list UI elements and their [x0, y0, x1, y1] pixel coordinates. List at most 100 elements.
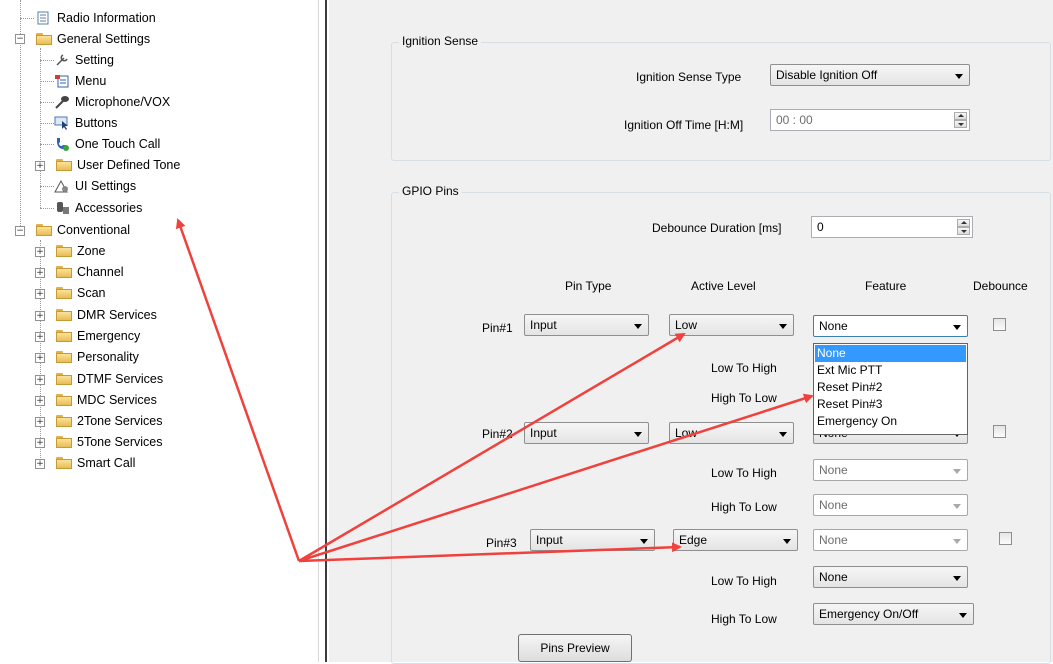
expand-icon[interactable]: + — [35, 396, 45, 406]
expand-icon[interactable]: + — [35, 417, 45, 427]
panel-splitter[interactable] — [318, 0, 329, 662]
microphone-icon — [54, 95, 70, 109]
tree-item-label: Radio Information — [57, 11, 156, 25]
spin-up-icon[interactable] — [954, 112, 967, 120]
tree-item-label: Emergency — [77, 329, 141, 343]
tree-item-2tone-services[interactable]: 2Tone Services — [56, 411, 162, 431]
dropdown-option[interactable]: Emergency On — [815, 413, 966, 430]
tree-item-accessories[interactable]: Accessories — [54, 198, 142, 218]
tree-item-label: MDC Services — [77, 393, 157, 407]
tree-item-label: Channel — [77, 265, 124, 279]
pin3-low-to-high-select[interactable]: None — [813, 566, 968, 588]
tree-item-ui-settings[interactable]: UI Settings — [54, 176, 136, 196]
tree-item-label: General Settings — [57, 32, 151, 46]
collapse-icon[interactable]: − — [15, 34, 25, 44]
tree-item-buttons[interactable]: Buttons — [54, 113, 117, 133]
pin2-debounce-checkbox[interactable] — [993, 425, 1006, 438]
select-value: Low — [675, 318, 698, 332]
expand-icon[interactable]: + — [35, 161, 45, 171]
select-value: None — [819, 533, 848, 547]
ignition-off-time-label: Ignition Off Time [H:M] — [624, 118, 744, 132]
expand-icon[interactable]: + — [35, 353, 45, 363]
expand-icon[interactable]: + — [35, 332, 45, 342]
dropdown-option[interactable]: Reset Pin#2 — [815, 379, 966, 396]
pin2-type-select[interactable]: Input — [524, 422, 649, 444]
expand-icon[interactable]: + — [35, 375, 45, 385]
tree-item-smart-call[interactable]: Smart Call — [56, 453, 135, 473]
document-icon — [36, 11, 52, 25]
dropdown-option[interactable]: Reset Pin#3 — [815, 396, 966, 413]
tree-item-label: DTMF Services — [77, 372, 164, 386]
dropdown-arrow-icon — [634, 324, 642, 329]
ignition-sense-type-select[interactable]: Disable Ignition Off — [770, 64, 970, 86]
select-value: Input — [530, 426, 557, 440]
tree-item-5tone-services[interactable]: 5Tone Services — [56, 432, 162, 452]
select-value: Input — [536, 533, 563, 547]
pins-preview-button[interactable]: Pins Preview — [518, 634, 632, 662]
folder-icon — [56, 245, 72, 257]
pin1-type-select[interactable]: Input — [524, 314, 649, 336]
menu-icon — [54, 74, 70, 88]
collapse-icon[interactable]: − — [15, 226, 25, 236]
dropdown-option[interactable]: None — [815, 345, 966, 362]
dropdown-arrow-icon — [779, 432, 787, 437]
ignition-off-time-field[interactable]: 00 : 00 — [770, 109, 970, 131]
tree-item-zone[interactable]: Zone — [56, 241, 106, 261]
column-header-pin-type: Pin Type — [565, 279, 612, 293]
folder-icon — [56, 394, 72, 406]
tree-item-menu[interactable]: Menu — [54, 71, 106, 91]
tree-item-mdc-services[interactable]: MDC Services — [56, 390, 157, 410]
tree-item-label: Microphone/VOX — [75, 95, 171, 109]
spin-value: 0 — [817, 220, 824, 234]
spin-down-icon[interactable] — [957, 227, 970, 235]
select-value: None — [819, 498, 848, 512]
pin1-debounce-checkbox[interactable] — [993, 318, 1006, 331]
pin2-low-to-high-select: None — [813, 459, 968, 481]
pin2-active-level-select[interactable]: Low — [669, 422, 794, 444]
pin3-high-to-low-select[interactable]: Emergency On/Off — [813, 603, 974, 625]
pin2-high-to-low-select: None — [813, 494, 968, 516]
tree-item-personality[interactable]: Personality — [56, 347, 139, 367]
pin3-active-level-select[interactable]: Edge — [673, 529, 798, 551]
expand-icon[interactable]: + — [35, 289, 45, 299]
column-header-active-level: Active Level — [691, 279, 756, 293]
tree-item-label: DMR Services — [77, 308, 157, 322]
tree-item-microphone-vox[interactable]: Microphone/VOX — [54, 92, 170, 112]
tree-item-setting[interactable]: Setting — [54, 50, 114, 70]
tree-item-emergency[interactable]: Emergency — [56, 326, 140, 346]
folder-icon — [56, 159, 72, 171]
tree-item-general-settings[interactable]: General Settings — [36, 29, 150, 49]
spin-down-icon[interactable] — [954, 120, 967, 128]
select-value: Emergency On/Off — [819, 607, 919, 621]
pin3-feature-select: None — [813, 529, 968, 551]
pin3-debounce-checkbox[interactable] — [999, 532, 1012, 545]
phone-icon — [54, 137, 70, 151]
tree-item-label: Zone — [77, 244, 106, 258]
pin2-label: Pin#2 — [482, 427, 513, 441]
tree-item-user-defined-tone[interactable]: User Defined Tone — [56, 155, 180, 175]
spin-up-icon[interactable] — [957, 219, 970, 227]
pin1-active-level-select[interactable]: Low — [669, 314, 794, 336]
dropdown-option[interactable]: Ext Mic PTT — [815, 362, 966, 379]
pin1-feature-select[interactable]: None — [813, 315, 968, 337]
dropdown-arrow-icon — [640, 539, 648, 544]
expand-icon[interactable]: + — [35, 247, 45, 257]
tree-item-dtmf-services[interactable]: DTMF Services — [56, 369, 163, 389]
tree-item-conventional[interactable]: Conventional — [36, 220, 130, 240]
folder-icon — [56, 351, 72, 363]
tree-item-label: 5Tone Services — [77, 435, 163, 449]
pin1-label: Pin#1 — [482, 321, 513, 335]
tree-item-scan[interactable]: Scan — [56, 283, 106, 303]
expand-icon[interactable]: + — [35, 311, 45, 321]
tree-item-one-touch-call[interactable]: One Touch Call — [54, 134, 160, 154]
tree-item-channel[interactable]: Channel — [56, 262, 124, 282]
ignition-sense-type-label: Ignition Sense Type — [636, 70, 742, 84]
debounce-duration-field[interactable]: 0 — [811, 216, 973, 238]
expand-icon[interactable]: + — [35, 438, 45, 448]
expand-icon[interactable]: + — [35, 268, 45, 278]
pin3-type-select[interactable]: Input — [530, 529, 655, 551]
tree-item-radio-information[interactable]: Radio Information — [36, 8, 156, 28]
expand-icon[interactable]: + — [35, 459, 45, 469]
tree-item-dmr-services[interactable]: DMR Services — [56, 305, 157, 325]
dropdown-arrow-icon — [779, 324, 787, 329]
